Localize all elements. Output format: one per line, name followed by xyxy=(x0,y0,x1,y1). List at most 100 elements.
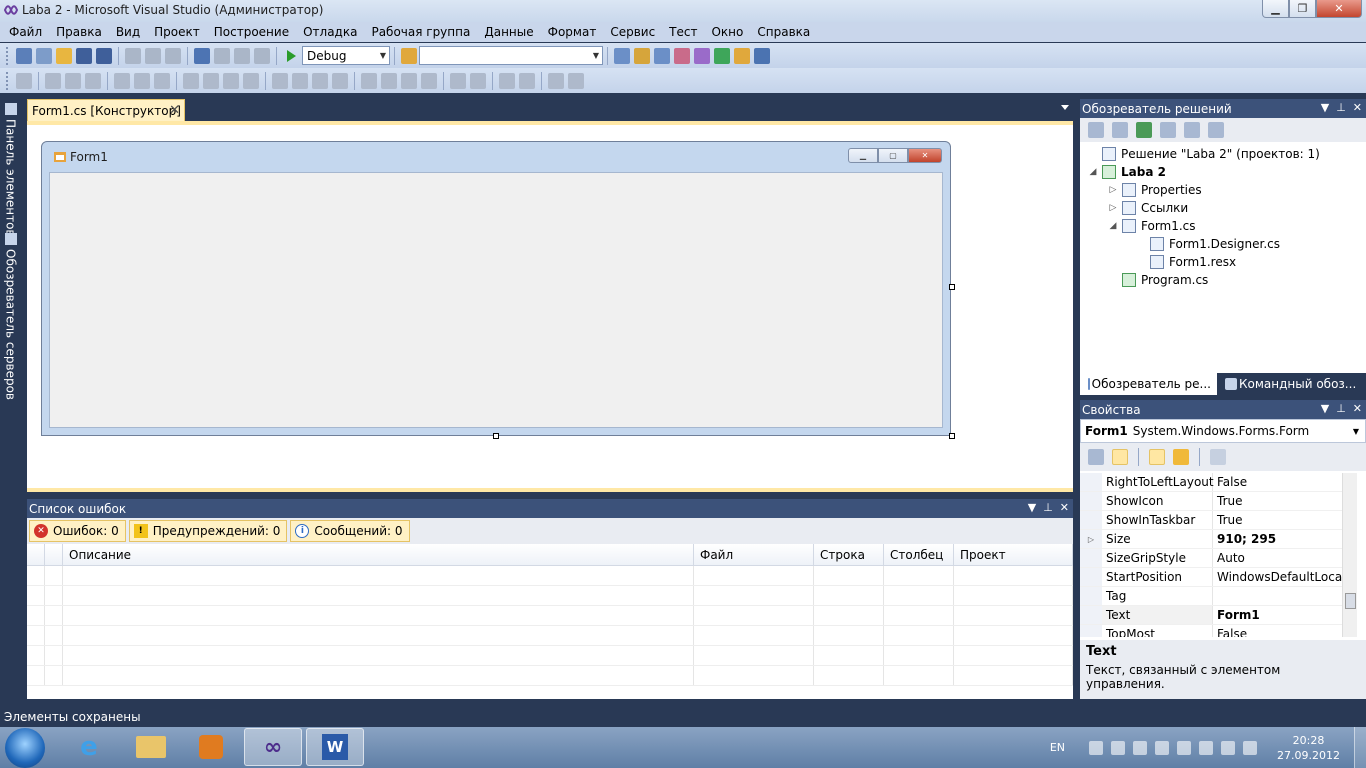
close-icon[interactable]: ✕ xyxy=(1060,501,1069,514)
internet-explorer-icon[interactable]: e xyxy=(60,728,118,766)
menu-project[interactable]: Проект xyxy=(147,25,207,39)
show-all-files-icon[interactable] xyxy=(1112,122,1128,138)
paste-icon[interactable] xyxy=(165,47,181,64)
horizontal-spacing-equal-icon[interactable] xyxy=(272,72,288,89)
align-lefts-icon[interactable] xyxy=(45,72,61,89)
col-file[interactable]: Файл xyxy=(694,544,814,565)
tree-expander[interactable]: ▷ xyxy=(1108,185,1118,195)
tree-item-project[interactable]: ◢ Laba 2 xyxy=(1080,163,1366,181)
tree-expander[interactable]: ▷ xyxy=(1108,203,1118,213)
server-explorer-tab[interactable]: Обозреватель серверов xyxy=(2,233,19,400)
language-indicator[interactable]: EN xyxy=(1050,741,1065,754)
extension-manager-icon[interactable] xyxy=(734,47,750,64)
window-position-icon[interactable]: ▼ xyxy=(1321,402,1329,415)
tree-expander[interactable]: ◢ xyxy=(1088,167,1098,177)
object-browser-icon[interactable] xyxy=(654,47,670,64)
property-row[interactable]: ShowInTaskbar True xyxy=(1080,511,1342,530)
toolbox-tab[interactable]: Панель элементов xyxy=(2,103,19,237)
view-class-diagram-icon[interactable] xyxy=(1208,122,1224,138)
resize-handle-corner[interactable] xyxy=(949,433,955,439)
network-tool-icon[interactable] xyxy=(1089,740,1104,755)
form-maximize-button[interactable]: ▢ xyxy=(878,148,908,163)
solution-explorer-icon[interactable] xyxy=(614,47,630,64)
vertical-spacing-decrease-icon[interactable] xyxy=(401,72,417,89)
menu-view[interactable]: Вид xyxy=(109,25,147,39)
add-item-icon[interactable] xyxy=(36,47,52,64)
property-value[interactable]: Auto xyxy=(1213,549,1342,567)
media-player-icon[interactable] xyxy=(182,728,240,766)
properties-view-icon[interactable] xyxy=(1149,449,1165,465)
sync-icon[interactable] xyxy=(1133,740,1148,755)
battery-icon[interactable] xyxy=(1199,740,1214,755)
horizontal-spacing-decrease-icon[interactable] xyxy=(312,72,328,89)
menu-format[interactable]: Формат xyxy=(541,25,604,39)
property-row[interactable]: SizeGripStyle Auto xyxy=(1080,549,1342,568)
show-desktop-button[interactable] xyxy=(1354,727,1366,768)
sound-icon[interactable] xyxy=(1243,740,1258,755)
tree-item-references[interactable]: ▷ Ссылки xyxy=(1080,199,1366,217)
visual-studio-icon[interactable]: ∞ xyxy=(244,728,302,766)
refresh-icon[interactable] xyxy=(1136,122,1152,138)
tab-order-icon[interactable] xyxy=(548,72,564,89)
undo-icon[interactable] xyxy=(194,47,210,64)
align-centers-icon[interactable] xyxy=(65,72,81,89)
align-rights-icon[interactable] xyxy=(85,72,101,89)
new-project-icon[interactable] xyxy=(16,47,32,64)
property-row-selected[interactable]: Text Form1 xyxy=(1080,606,1342,625)
property-pages-icon[interactable] xyxy=(1210,449,1226,465)
update-icon[interactable] xyxy=(1155,740,1170,755)
window-position-icon[interactable]: ▼ xyxy=(1028,501,1036,514)
property-value[interactable]: WindowsDefaultLocatio xyxy=(1213,568,1342,586)
copy-icon[interactable] xyxy=(145,47,161,64)
menu-test[interactable]: Тест xyxy=(662,25,704,39)
send-to-back-icon[interactable] xyxy=(519,72,535,89)
save-all-icon[interactable] xyxy=(96,47,112,64)
make-same-height-icon[interactable] xyxy=(223,72,239,89)
signal-icon[interactable] xyxy=(1221,740,1236,755)
find-in-files-icon[interactable] xyxy=(401,47,417,64)
menu-window[interactable]: Окно xyxy=(704,25,750,39)
pin-icon[interactable]: ⊥ xyxy=(1336,101,1346,114)
window-position-icon[interactable]: ▼ xyxy=(1321,101,1329,114)
pin-icon[interactable]: ⊥ xyxy=(1336,402,1346,415)
bring-to-front-icon[interactable] xyxy=(499,72,515,89)
align-to-grid-icon[interactable] xyxy=(16,72,32,89)
property-row[interactable]: Tag xyxy=(1080,587,1342,606)
vertical-spacing-equal-icon[interactable] xyxy=(361,72,377,89)
cut-icon[interactable] xyxy=(125,47,141,64)
make-same-width-icon[interactable] xyxy=(183,72,199,89)
action-center-icon[interactable] xyxy=(1177,740,1192,755)
pin-icon[interactable]: ⊥ xyxy=(1043,501,1053,514)
minimize-button[interactable]: ▁ xyxy=(1262,0,1289,18)
close-icon[interactable]: ✕ xyxy=(1353,101,1362,114)
tree-expander[interactable]: ◢ xyxy=(1108,221,1118,231)
center-horizontally-icon[interactable] xyxy=(450,72,466,89)
tab-form1-designer[interactable]: Form1.cs [Конструктор] ✕ xyxy=(27,99,185,121)
restore-button[interactable]: ❐ xyxy=(1289,0,1316,18)
warnings-filter-button[interactable]: ! Предупреждений: 0 xyxy=(128,520,288,542)
properties-icon[interactable] xyxy=(1088,122,1104,138)
size-to-grid-icon[interactable] xyxy=(203,72,219,89)
file-explorer-icon[interactable] xyxy=(122,728,180,766)
property-row[interactable]: ▷ Size 910; 295 xyxy=(1080,530,1342,549)
tree-item-form1-resx[interactable]: Form1.resx xyxy=(1080,253,1366,271)
property-value[interactable] xyxy=(1213,587,1342,605)
center-vertically-icon[interactable] xyxy=(470,72,486,89)
property-value[interactable]: False xyxy=(1213,473,1342,491)
horizontal-spacing-remove-icon[interactable] xyxy=(332,72,348,89)
view-code-icon[interactable] xyxy=(1160,122,1176,138)
lock-controls-icon[interactable] xyxy=(568,72,584,89)
errors-filter-button[interactable]: ✕ Ошибок: 0 xyxy=(29,520,126,542)
tree-item-properties[interactable]: ▷ Properties xyxy=(1080,181,1366,199)
solution-configuration-select[interactable]: Debug ▼ xyxy=(302,46,390,65)
toolbar-grip[interactable] xyxy=(6,46,10,65)
alphabetical-icon[interactable] xyxy=(1112,449,1128,465)
col-description[interactable]: Описание xyxy=(63,544,694,565)
property-value[interactable]: True xyxy=(1213,492,1342,510)
tab-team-explorer[interactable]: Командный обоз... xyxy=(1217,373,1366,395)
categorized-icon[interactable] xyxy=(1088,449,1104,465)
vertical-spacing-increase-icon[interactable] xyxy=(381,72,397,89)
tree-item-form1[interactable]: ◢ Form1.cs xyxy=(1080,217,1366,235)
col-column[interactable]: Столбец xyxy=(884,544,954,565)
align-bottoms-icon[interactable] xyxy=(154,72,170,89)
